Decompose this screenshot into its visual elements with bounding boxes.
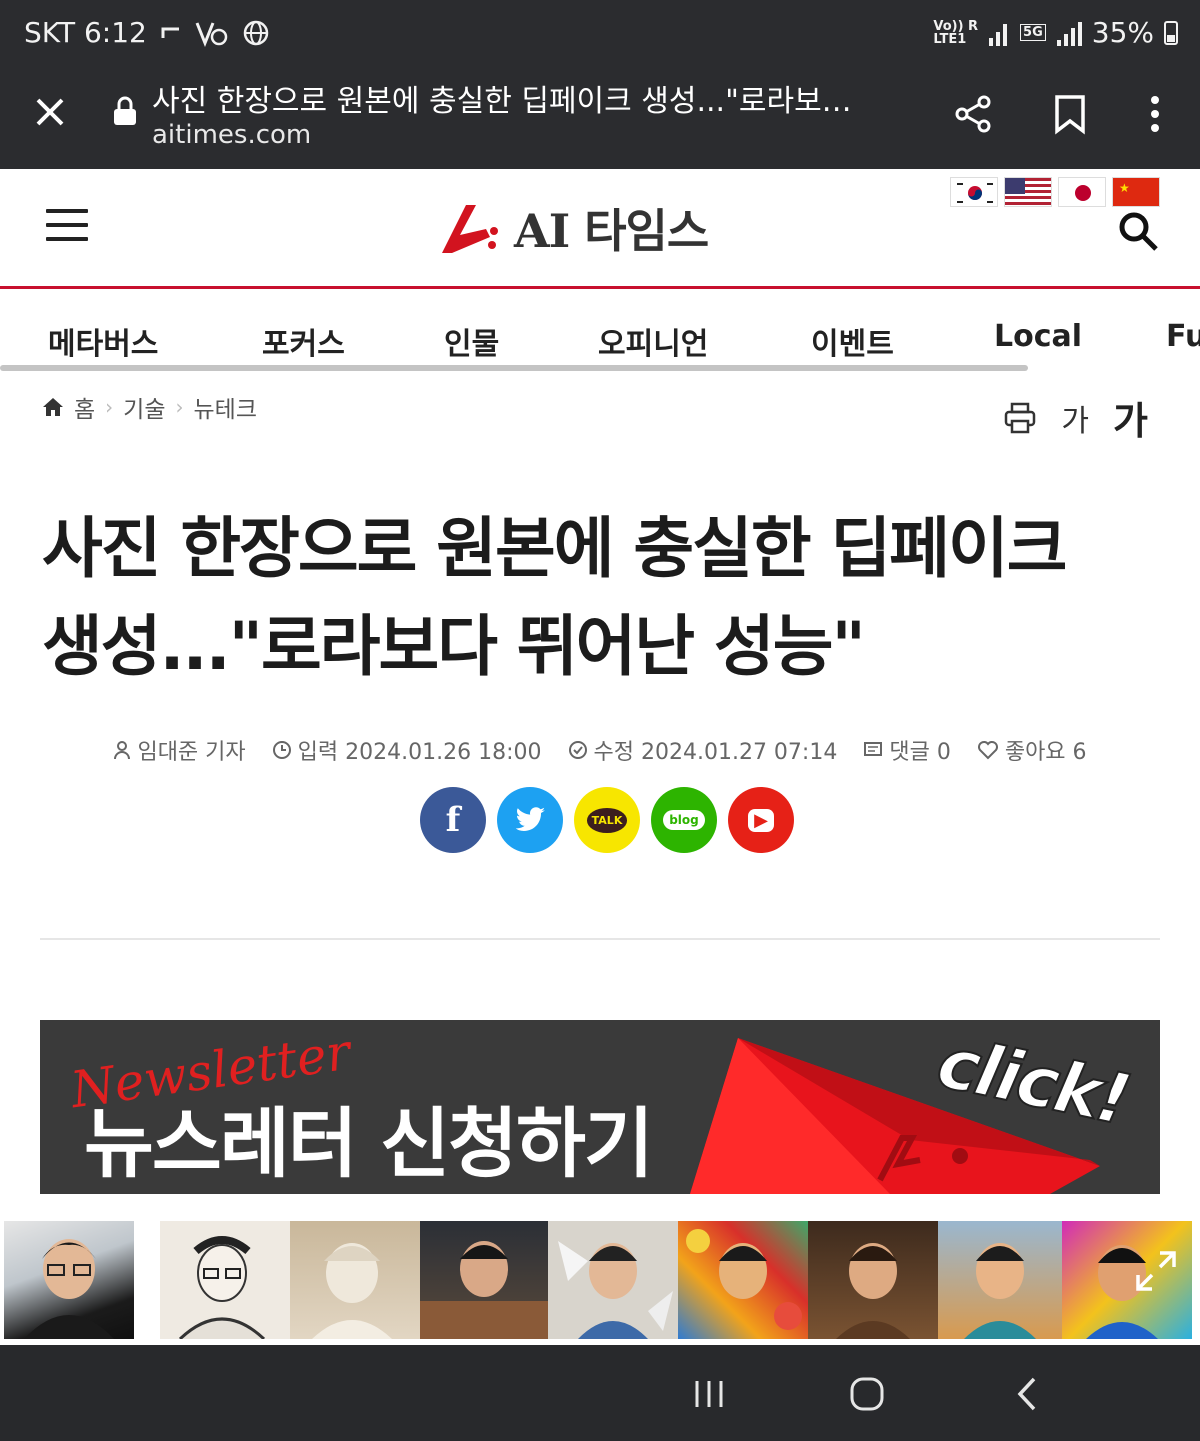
bookmark-icon[interactable] (1048, 92, 1092, 136)
youtube-icon: ▶ (748, 808, 774, 832)
article-tools: 가 가 (1003, 390, 1148, 445)
clock-icon (272, 741, 291, 759)
nav-item-metaverse[interactable]: 메타버스 (48, 319, 158, 363)
headline-line-2: 생성..."로라보다 뛰어난 성능" (42, 608, 866, 685)
network-5g: 5G (1020, 24, 1046, 41)
logo-text: AI 타임스 (514, 204, 709, 258)
facebook-icon: f (445, 800, 461, 840)
section-divider (40, 938, 1160, 940)
photo-painting (420, 1221, 548, 1339)
category-nav: 메타버스 포커스 인물 오피니언 이벤트 Local Fu (0, 289, 1200, 367)
nav-item-people[interactable]: 인물 (444, 319, 499, 363)
nav-item-more[interactable]: Fu (1166, 319, 1200, 354)
globe-icon (243, 20, 269, 45)
photo-abstract (678, 1221, 808, 1339)
chevron-right-icon: › (175, 395, 184, 419)
photo-watercolor (938, 1221, 1062, 1339)
heart-icon (977, 741, 998, 760)
breadcrumb-newtech[interactable]: 뉴테크 (194, 390, 257, 424)
likes-count[interactable]: 좋아요 6 (977, 734, 1087, 766)
article-headline: 사진 한장으로 원본에 충실한 딥페이크 생성..."로라보다 뛰어난 성능" (42, 500, 1162, 696)
photo-renaissance (808, 1221, 938, 1339)
home-icon[interactable] (42, 397, 64, 417)
wifi-call-icon (195, 21, 228, 47)
home-button-icon[interactable] (849, 1376, 885, 1412)
print-icon[interactable] (1003, 401, 1037, 435)
headline-line-1: 사진 한장으로 원본에 충실한 딥페이크 (42, 510, 1067, 587)
published-text: 입력 2024.01.26 18:00 (297, 740, 542, 765)
nav-scrollbar[interactable] (0, 365, 1028, 371)
back-icon[interactable] (1012, 1376, 1042, 1412)
logo-mark-icon (442, 205, 498, 253)
blog-icon: blog (663, 810, 705, 830)
breadcrumb-tech[interactable]: 기술 (123, 390, 165, 424)
battery-percent: 35% (1091, 16, 1154, 49)
browser-toolbar: 사진 한장으로 원본에 충실한 딥페이크 생성..."로라보… aitimes.… (0, 70, 1200, 169)
comment-icon (864, 742, 883, 756)
chevron-right-icon: › (105, 395, 114, 419)
japan-flag[interactable] (1058, 177, 1106, 207)
share-buttons: f TALK blog ▶ (420, 787, 794, 853)
photo-sketch (160, 1221, 290, 1339)
lte-label: LTE1 (933, 31, 967, 47)
breadcrumb: 홈 › 기술 › 뉴테크 (42, 390, 257, 424)
published-date: 입력 2024.01.26 18:00 (272, 734, 542, 766)
browser-url[interactable]: aitimes.com (152, 120, 311, 150)
battery-icon (1164, 20, 1178, 45)
check-circle-icon (568, 741, 587, 759)
author-name: 임대준 기자 (137, 740, 246, 765)
newsletter-banner[interactable]: Newsletter 뉴스레터 신청하기 click! (40, 1020, 1160, 1194)
photo-popart (1062, 1221, 1192, 1339)
nav-item-opinion[interactable]: 오피니언 (598, 319, 708, 363)
nfc-icon (161, 27, 179, 38)
modified-text: 수정 2024.01.27 07:14 (593, 740, 838, 765)
language-flags: ★ (950, 177, 1160, 207)
korea-flag[interactable] (950, 177, 998, 207)
lock-icon (114, 96, 136, 125)
close-icon[interactable] (30, 92, 70, 132)
font-increase-button[interactable]: 가 (1113, 390, 1148, 445)
font-decrease-button[interactable]: 가 (1061, 396, 1089, 440)
nav-item-event[interactable]: 이벤트 (811, 319, 894, 363)
share-icon[interactable] (952, 92, 996, 136)
menu-icon[interactable] (46, 209, 88, 243)
comments-count[interactable]: 댓글 0 (863, 734, 951, 766)
volte-indicator: Vo)) R LTE1 (933, 20, 978, 46)
status-bar: SKT 6:12 Vo)) R LTE1 5G 35% (0, 0, 1200, 70)
site-logo[interactable]: AI 타임스 (438, 195, 709, 261)
blog-share-button[interactable]: blog (651, 787, 717, 853)
article-meta: 임대준 기자 입력 2024.01.26 18:00 수정 2024.01.27… (0, 734, 1200, 766)
author[interactable]: 임대준 기자 (113, 734, 246, 766)
usa-flag[interactable] (1004, 177, 1052, 207)
expand-icon[interactable] (1134, 1249, 1178, 1293)
likes-text: 좋아요 6 (1004, 740, 1087, 765)
carrier-time: SKT 6:12 (24, 16, 147, 49)
facebook-share-button[interactable]: f (420, 787, 486, 853)
signal-icon-2 (1056, 21, 1082, 46)
breadcrumb-home[interactable]: 홈 (74, 390, 95, 424)
photo-origami (548, 1221, 678, 1339)
signal-icon (989, 23, 1008, 46)
person-icon (114, 741, 131, 760)
more-icon[interactable] (1133, 92, 1177, 136)
newsletter-title: 뉴스레터 신청하기 (84, 1099, 654, 1188)
kakao-icon: TALK (586, 807, 628, 833)
kakao-share-button[interactable]: TALK (574, 787, 640, 853)
youtube-share-button[interactable]: ▶ (728, 787, 794, 853)
recent-apps-icon[interactable] (692, 1377, 726, 1411)
modified-date: 수정 2024.01.27 07:14 (568, 734, 838, 766)
twitter-icon (515, 807, 545, 831)
photo-original (4, 1221, 134, 1339)
system-nav-bar (0, 1345, 1200, 1441)
nav-item-local[interactable]: Local (994, 319, 1082, 354)
china-flag[interactable]: ★ (1112, 177, 1160, 207)
photo-sculpture (290, 1221, 420, 1339)
search-icon[interactable] (1116, 209, 1160, 253)
nav-item-focus[interactable]: 포커스 (262, 319, 345, 363)
article-image[interactable] (4, 1221, 1192, 1339)
twitter-share-button[interactable] (497, 787, 563, 853)
site-header: AI 타임스 ★ (0, 169, 1200, 287)
browser-page-title[interactable]: 사진 한장으로 원본에 충실한 딥페이크 생성..."로라보… (152, 76, 892, 120)
comments-text: 댓글 0 (889, 740, 951, 765)
